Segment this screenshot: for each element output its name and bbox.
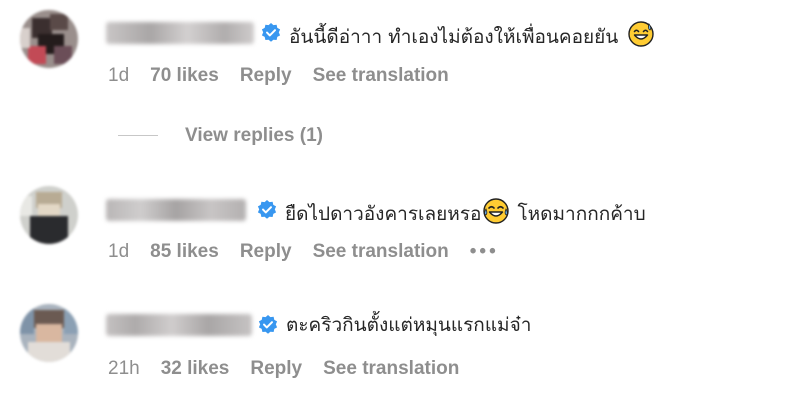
comment-meta: 1d 70 likes Reply See translation <box>108 64 470 88</box>
comment-text: ยืดไปดาวอังคารเลยหรอ โหดมากกกค้าบ <box>285 198 646 230</box>
verified-badge-icon <box>261 23 281 42</box>
comment-text: อันนี้ดีอ่าาา ทำเองไม่ต้องให้เพื่อนคอยยั… <box>289 21 655 53</box>
avatar[interactable] <box>20 186 78 244</box>
likes-count[interactable]: 32 likes <box>161 358 230 379</box>
comment-text: ตะคริวกินตั้งแต่หมุนแรกแม่จ๋า <box>286 313 531 337</box>
verified-badge-icon <box>257 200 277 219</box>
verified-badge-icon <box>258 315 278 334</box>
timestamp[interactable]: 1d <box>108 65 129 86</box>
likes-count[interactable]: 70 likes <box>150 65 219 86</box>
reply-button[interactable]: Reply <box>240 65 292 86</box>
view-replies-label: View replies (1) <box>185 125 323 146</box>
username-blurred[interactable] <box>106 314 252 336</box>
tears-of-joy-emoji-icon <box>483 198 510 230</box>
reply-button[interactable]: Reply <box>240 241 292 262</box>
see-translation-button[interactable]: See translation <box>313 241 449 262</box>
see-translation-button[interactable]: See translation <box>323 358 459 379</box>
comment-meta: 1d 85 likes Reply See translation ••• <box>108 240 520 264</box>
avatar[interactable] <box>20 304 78 362</box>
replies-divider <box>118 135 158 137</box>
comment-text-part-1: ยืดไปดาวอังคารเลยหรอ <box>285 203 482 225</box>
comment-meta: 21h 32 likes Reply See translation <box>108 357 480 381</box>
comment-text-part-2: โหดมากกกค้าบ <box>517 203 646 225</box>
comment-text-content: อันนี้ดีอ่าาา ทำเองไม่ต้องให้เพื่อนคอยยั… <box>289 26 619 48</box>
reply-button[interactable]: Reply <box>250 358 302 379</box>
username-blurred[interactable] <box>106 22 254 44</box>
view-replies-button[interactable]: View replies (1) <box>118 124 323 148</box>
comment-text-content: ตะคริวกินตั้งแต่หมุนแรกแม่จ๋า <box>286 314 532 336</box>
timestamp[interactable]: 1d <box>108 241 129 262</box>
see-translation-button[interactable]: See translation <box>313 65 449 86</box>
sweat-smile-emoji-icon <box>628 21 655 53</box>
likes-count[interactable]: 85 likes <box>150 241 219 262</box>
avatar[interactable] <box>20 10 78 68</box>
more-options-button[interactable]: ••• <box>470 241 499 262</box>
timestamp[interactable]: 21h <box>108 358 140 379</box>
username-blurred[interactable] <box>106 199 246 221</box>
